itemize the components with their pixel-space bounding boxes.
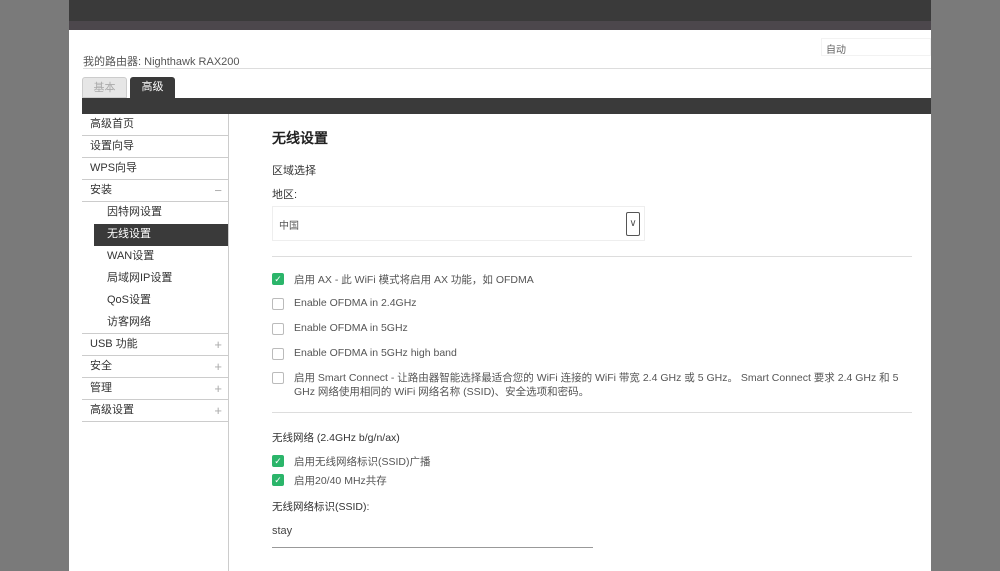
sidebar-item-label: 访客网络 [107,316,151,328]
sidebar-item-label: 因特网设置 [107,206,162,218]
sidebar-item-label: 无线设置 [107,228,151,240]
expand-icon[interactable]: + [214,356,222,377]
checkbox-icon[interactable] [272,323,284,335]
checkbox-checked-icon[interactable]: ✓ [272,455,284,467]
divider [272,256,912,257]
region-section-title: 区域选择 [272,165,316,177]
tab-bar [82,98,931,114]
sidebar-item-label: 局域网IP设置 [107,272,173,284]
checkbox-checked-icon[interactable]: ✓ [272,474,284,486]
checkbox-icon[interactable] [272,372,284,384]
region-select[interactable]: 中国 ∨ [272,206,645,241]
divider [272,412,912,413]
router-name: 我的路由器: Nighthawk RAX200 [83,53,240,69]
checkbox-label: Enable OFDMA in 2.4GHz [294,297,417,309]
expand-icon[interactable]: + [214,378,222,399]
sidebar-divider [228,114,229,571]
sidebar-item-lan[interactable]: 局域网IP设置 [82,268,228,290]
tab-basic[interactable]: 基本 [82,77,127,98]
tab-advanced[interactable]: 高级 [130,77,175,98]
ssid-label: 无线网络标识(SSID): [272,501,370,513]
checkbox-label: Enable OFDMA in 5GHz [294,322,408,334]
region-label: 地区: [272,189,298,201]
page-title: 无线设置 [272,130,328,146]
checkbox-ofdma-5[interactable]: Enable OFDMA in 5GHz [272,322,902,335]
sidebar-item-advanced-home[interactable]: 高级首页 [82,114,228,136]
sidebar-item-security[interactable]: 安全 + [82,356,228,378]
sidebar-item-label: 安装 [90,184,112,196]
checkbox-label: 启用无线网络标识(SSID)广播 [294,456,431,468]
top-bar-accent [69,21,931,30]
checkbox-ofdma-5-high[interactable]: Enable OFDMA in 5GHz high band [272,347,902,360]
region-value: 中国 [279,221,299,232]
top-bar [69,0,931,21]
sidebar-item-management[interactable]: 管理 + [82,378,228,400]
checkbox-enable-ax[interactable]: ✓ 启用 AX - 此 WiFi 模式将启用 AX 功能，如 OFDMA [272,272,902,287]
sidebar-item-label: 管理 [90,382,112,394]
chevron-down-icon: ∨ [626,212,640,236]
sidebar-item-setup[interactable]: 安装 − [82,180,228,202]
expand-icon[interactable]: + [214,334,222,355]
router-label: 我的路由器: [83,56,142,68]
sidebar-item-wps-wizard[interactable]: WPS向导 [82,158,228,180]
checkbox-ofdma-24[interactable]: Enable OFDMA in 2.4GHz [272,297,902,310]
sidebar-item-label: USB 功能 [90,338,138,350]
checkbox-icon[interactable] [272,298,284,310]
ssid-input[interactable]: stay [272,516,593,548]
checkbox-smart-connect[interactable]: 启用 Smart Connect - 让路由器智能选择最适合您的 WiFi 连接… [272,371,902,399]
sidebar-item-label: 高级首页 [90,118,134,130]
sidebar-item-label: WAN设置 [107,250,155,262]
network-section-title: 无线网络 (2.4GHz b/g/n/ax) [272,432,400,444]
checkbox-label: 启用 Smart Connect - 让路由器智能选择最适合您的 WiFi 连接… [294,372,899,398]
sidebar-item-internet[interactable]: 因特网设置 [82,202,228,224]
checkbox-label: Enable OFDMA in 5GHz high band [294,347,457,359]
sidebar-item-label: WPS向导 [90,162,138,174]
sidebar-item-setup-wizard[interactable]: 设置向导 [82,136,228,158]
checkbox-label: 启用 AX - 此 WiFi 模式将启用 AX 功能，如 OFDMA [294,274,534,286]
sidebar: 高级首页 设置向导 WPS向导 安装 − 因特网设置 无线设置 WAN设置 局域网… [82,114,228,422]
collapse-icon[interactable]: − [214,180,222,201]
language-select[interactable]: 自动 [821,38,931,56]
sidebar-item-label: QoS设置 [107,294,152,306]
sidebar-item-label: 安全 [90,360,112,372]
checkbox-icon[interactable] [272,348,284,360]
checkbox-label: 启用20/40 MHz共存 [294,475,387,487]
router-admin-page: 我的路由器: Nighthawk RAX200 自动 基本 高级 高级首页 设置… [69,0,931,571]
divider [83,68,931,69]
sidebar-item-advanced-settings[interactable]: 高级设置 + [82,400,228,422]
router-model: Nighthawk RAX200 [144,56,240,68]
checkbox-checked-icon[interactable]: ✓ [272,273,284,285]
sidebar-item-wan[interactable]: WAN设置 [82,246,228,268]
sidebar-item-qos[interactable]: QoS设置 [82,290,228,312]
sidebar-item-label: 高级设置 [90,404,134,416]
sidebar-item-usb[interactable]: USB 功能 + [82,334,228,356]
sidebar-item-label: 设置向导 [90,140,134,152]
sidebar-item-wireless[interactable]: 无线设置 [94,224,228,246]
sidebar-item-guest[interactable]: 访客网络 [82,312,228,334]
checkbox-2040-coexist[interactable]: ✓ 启用20/40 MHz共存 [272,473,902,488]
checkbox-ssid-broadcast[interactable]: ✓ 启用无线网络标识(SSID)广播 [272,454,902,469]
expand-icon[interactable]: + [214,400,222,421]
